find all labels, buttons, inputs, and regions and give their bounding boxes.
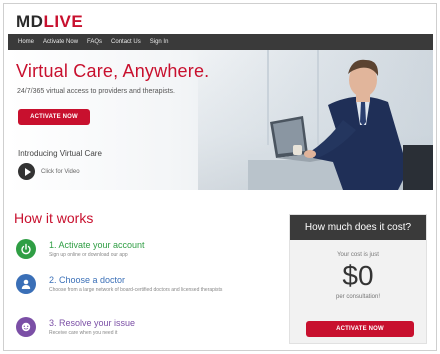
step-choose-doctor: 2. Choose a doctor Choose from a large n… (16, 274, 256, 304)
cost-amount: $0 (342, 260, 374, 291)
nav-home[interactable]: Home (18, 39, 34, 45)
cost-activate-now-button[interactable]: ACTIVATE NOW (306, 321, 414, 337)
logo-text-accent: LIVE (43, 12, 84, 31)
nav-activate-now[interactable]: Activate Now (43, 39, 78, 45)
cost-panel: How much does it cost? Your cost is just… (289, 214, 427, 344)
hero-activate-now-button[interactable]: ACTIVATE NOW (18, 109, 90, 125)
play-video-icon[interactable] (18, 163, 35, 180)
step-description: Sign up online or download our app (49, 252, 128, 258)
hero-banner: Virtual Care, Anywhere. 24/7/365 virtual… (8, 50, 433, 190)
hero-title: Virtual Care, Anywhere. (16, 61, 210, 81)
step-description: Receive care when you need it (49, 330, 118, 336)
step-resolve-issue: 3. Resolve your issue Receive care when … (16, 317, 256, 347)
step-description: Choose from a large network of board-cer… (49, 287, 223, 293)
mdlive-logo[interactable]: MDLIVE (16, 12, 83, 32)
nav-contact-us[interactable]: Contact Us (111, 39, 141, 45)
step-activate-account: 1. Activate your account Sign up online … (16, 239, 256, 269)
chat-icon (16, 317, 36, 337)
intro-virtual-care-label: Introducing Virtual Care (18, 149, 102, 158)
top-nav: Home Activate Now FAQs Contact Us Sign I… (8, 34, 433, 50)
page-frame: MDLIVE Home Activate Now FAQs Contact Us… (3, 3, 437, 351)
cost-intro-text: Your cost is just (337, 252, 379, 258)
step-title: 3. Resolve your issue (49, 318, 136, 328)
nav-sign-in[interactable]: Sign In (150, 39, 169, 45)
power-icon (16, 239, 36, 259)
nav-faqs[interactable]: FAQs (87, 39, 102, 45)
logo-text-main: MD (16, 12, 44, 31)
how-it-works-title: How it works (14, 210, 94, 226)
step-title: 2. Choose a doctor (49, 275, 126, 285)
businessman-laptop-photo (248, 50, 433, 190)
hero-subtitle: 24/7/365 virtual access to providers and… (17, 88, 175, 95)
step-title: 1. Activate your account (49, 240, 145, 250)
click-for-video-link[interactable]: Click for Video (41, 169, 80, 175)
cost-per-consultation: per consultation! (335, 294, 381, 300)
cost-panel-title: How much does it cost? (290, 215, 426, 240)
doctor-icon (16, 274, 36, 294)
